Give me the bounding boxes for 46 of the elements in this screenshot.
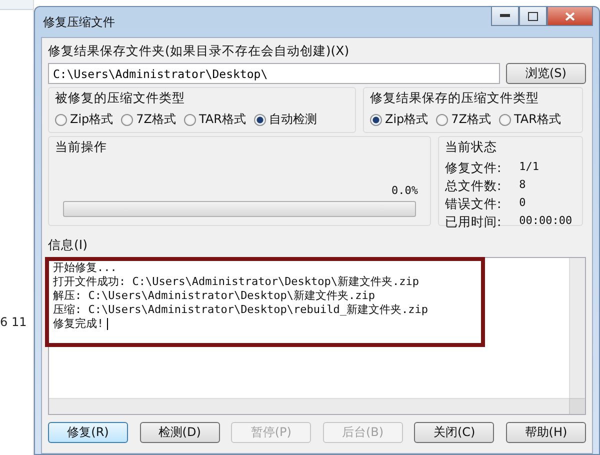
log-line: 修复完成! (53, 317, 565, 331)
radio-option[interactable]: Zip格式 (370, 111, 428, 128)
status-value: 8 (519, 178, 527, 193)
group-title: 被修复的压缩文件类型 (55, 90, 186, 107)
radio-option[interactable]: 自动检测 (254, 111, 317, 128)
dialog-button[interactable]: 检测(D) (140, 422, 220, 443)
background-window-bar (0, 0, 33, 10)
status-label: 已用时间: (445, 214, 502, 231)
status-value: 1/1 (519, 160, 540, 175)
log-line: 压缩: C:\Users\Administrator\Desktop\rebuild_新建文件夹.zip (53, 303, 430, 317)
progress-percent: 0.0% (392, 184, 418, 197)
dialog-button[interactable]: 关闭(C) (414, 422, 494, 443)
folder-label: 修复结果保存文件夹(如果目录不存在会自动创建)(X) (48, 43, 350, 60)
status-value: 00:00:00 (519, 214, 574, 229)
close-icon (565, 12, 575, 20)
maximize-button[interactable] (519, 7, 547, 26)
horizontal-scrollbar[interactable] (49, 398, 569, 414)
group-title: 当前操作 (55, 139, 108, 156)
radio-option[interactable]: TAR格式 (184, 111, 246, 128)
radio-option[interactable]: TAR格式 (499, 111, 561, 128)
minimize-icon (500, 14, 510, 18)
minimize-button[interactable] (491, 7, 519, 26)
dialog-button[interactable]: 修复(R) (48, 422, 128, 443)
status-value: 0 (519, 196, 527, 211)
maximize-icon (528, 12, 538, 20)
radio-option[interactable]: 7Z格式 (121, 111, 176, 128)
log-line: 解压: C:\Users\Administrator\Desktop\新建文件夹.zip (53, 289, 376, 303)
vertical-scrollbar[interactable] (569, 258, 585, 398)
status-label: 总文件数: (445, 178, 502, 195)
radio-option[interactable]: 7Z格式 (436, 111, 492, 128)
close-button[interactable] (547, 7, 593, 26)
status-label: 错误文件: (445, 196, 502, 213)
scrollbar-corner (569, 398, 585, 414)
status-label: 修复文件: (445, 160, 502, 177)
window-title: 修复压缩文件 (42, 14, 115, 30)
browse-button[interactable]: 浏览(S) (506, 63, 586, 84)
log-box[interactable]: 开始修复... 打开文件成功: C:\Users\Administrator\Desktop\新建文件夹.zip 解压: C:\Users\Administrator\Desktop\新建文件夹.zip 压缩: C:\Users\Administrator\Desktop\rebuild_新建文件夹.zip 修复完成! (48, 257, 586, 415)
info-label: 信息(I) (48, 237, 88, 254)
dialog-button[interactable]: 帮助(H) (506, 422, 586, 443)
folder-field[interactable]: C:\Users\Administrator\Desktop\ (48, 63, 500, 84)
radio-option[interactable]: Zip格式 (55, 111, 114, 128)
log-line: 打开文件成功: C:\Users\Administrator\Desktop\新建文件夹.zip (53, 275, 420, 289)
background-text: 6 11 (0, 315, 28, 329)
group-title: 修复结果保存的压缩文件类型 (370, 90, 540, 107)
group-title: 当前状态 (445, 139, 498, 156)
log-line: 开始修复... (53, 261, 118, 275)
